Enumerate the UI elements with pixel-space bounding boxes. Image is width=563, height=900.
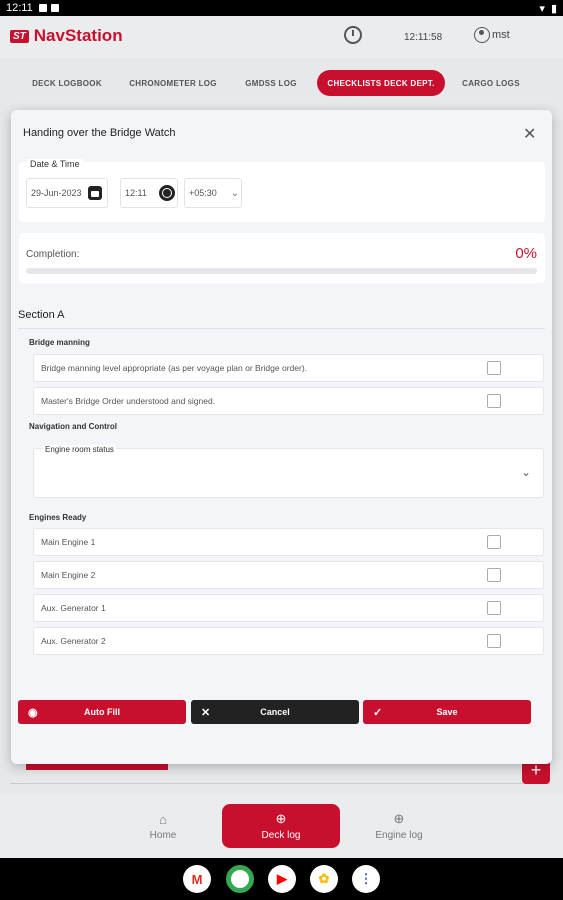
checklist-item[interactable]: Main Engine 1 — [33, 528, 544, 556]
date-value: 29-Jun-2023 — [31, 188, 82, 198]
chevron-down-icon: ⌄ — [520, 465, 531, 479]
home-icon: ⌂ — [159, 811, 167, 827]
checklist-item-label: Aux. Generator 2 — [41, 636, 106, 646]
battery-icon: ▮ — [550, 2, 557, 15]
auto-fill-button[interactable]: ◉ Auto Fill — [18, 700, 186, 724]
close-icon[interactable]: ✕ — [523, 124, 536, 144]
tab-chronometer-log[interactable]: CHRONOMETER LOG — [124, 70, 222, 96]
tab-deck-logbook[interactable]: DECK LOGBOOK — [26, 70, 108, 96]
clock-picker-icon[interactable] — [158, 185, 175, 201]
status-time: 12:11 — [6, 2, 33, 14]
time-field[interactable]: 12:11 — [120, 178, 178, 208]
tab-gmdss-log[interactable]: GMDSS LOG — [238, 70, 304, 96]
checkbox[interactable] — [487, 394, 501, 408]
clock-icon — [344, 26, 362, 44]
save-label: Save — [436, 707, 458, 717]
checklist-item-label: Main Engine 2 — [41, 570, 96, 580]
log-tabs: DECK LOGBOOK CHRONOMETER LOG GMDSS LOG C… — [0, 70, 563, 96]
checkbox[interactable] — [487, 601, 501, 615]
sd-card-icon — [50, 4, 59, 12]
completion-progress-bar — [26, 268, 537, 274]
tab-checklists-deck[interactable]: CHECKLISTS DECK DEPT. — [317, 70, 445, 96]
group-title: Bridge manning — [29, 338, 90, 347]
group-title: Engines Ready — [29, 513, 87, 522]
user-icon — [474, 27, 490, 43]
app-name: NavStation — [33, 26, 123, 45]
checkbox[interactable] — [487, 361, 501, 375]
save-button[interactable]: ✓ Save — [363, 700, 531, 724]
checkbox[interactable] — [487, 535, 501, 549]
completion-percent: 0% — [515, 245, 537, 262]
nav-home[interactable]: ⌂ Home — [104, 804, 222, 848]
select-label: Engine room status — [43, 445, 116, 454]
timezone-select[interactable]: +05:30 ⌄ — [184, 178, 242, 208]
calendar-icon[interactable] — [87, 186, 102, 200]
section-divider — [18, 328, 545, 329]
checklist-item-label: Aux. Generator 1 — [41, 603, 106, 613]
globe-icon: ⊕ — [275, 811, 287, 826]
check-icon: ✓ — [373, 706, 383, 719]
photos-icon[interactable]: ✿ — [310, 865, 338, 893]
checkbox[interactable] — [487, 634, 501, 648]
app-logo: ST NavStation — [10, 26, 123, 46]
nav-home-label: Home — [149, 829, 177, 841]
checklist-item-label: Master's Bridge Order understood and sig… — [41, 396, 216, 406]
date-field[interactable]: 29-Jun-2023 — [26, 178, 108, 208]
chrome-icon[interactable] — [226, 865, 254, 893]
tab-cargo-logs[interactable]: CARGO LOGS — [456, 70, 526, 96]
user-menu[interactable]: mst — [474, 27, 510, 43]
chevron-down-icon: ⌄ — [230, 187, 240, 199]
checklist-item[interactable]: Bridge manning level appropriate (as per… — [33, 354, 544, 382]
checklist-dialog: Handing over the Bridge Watch ✕ Date & T… — [11, 110, 552, 764]
dialog-title: Handing over the Bridge Watch — [23, 127, 176, 139]
checklist-item[interactable]: Aux. Generator 2 — [33, 627, 544, 655]
auto-fill-label: Auto Fill — [84, 707, 120, 717]
cancel-button[interactable]: ✕ Cancel — [191, 700, 359, 724]
header-clock-time: 12:11:58 — [404, 32, 443, 43]
username: mst — [492, 29, 510, 41]
checklist-item[interactable]: Main Engine 2 — [33, 561, 544, 589]
engine-room-status-select[interactable]: Engine room status ⌄ — [33, 445, 544, 498]
timezone-value: +05:30 — [189, 188, 217, 198]
wifi-icon: ▾ — [539, 2, 545, 15]
system-taskbar: M ▶ ✿ ⋮ — [0, 858, 563, 900]
group-title: Navigation and Control — [29, 422, 117, 431]
logo-badge: ST — [10, 29, 29, 43]
status-bar: 12:11 ▾ ▮ — [0, 0, 563, 16]
eye-icon: ◉ — [28, 706, 38, 719]
checklist-item[interactable]: Aux. Generator 1 — [33, 594, 544, 622]
checklist-item[interactable]: Master's Bridge Order understood and sig… — [33, 387, 544, 415]
cancel-label: Cancel — [260, 707, 290, 717]
settings-status-icon — [38, 4, 47, 12]
close-icon: ✕ — [201, 706, 211, 719]
nav-engine-log-label: Engine log — [375, 830, 423, 841]
time-value: 12:11 — [125, 188, 147, 198]
nav-engine-log[interactable]: ⊕ Engine log — [340, 804, 458, 848]
gmail-icon[interactable]: M — [183, 865, 211, 893]
completion-label: Completion: — [26, 249, 80, 260]
nav-deck-log-label: Deck log — [261, 830, 301, 841]
checklist-item-label: Bridge manning level appropriate (as per… — [41, 363, 308, 373]
youtube-icon[interactable]: ▶ — [268, 865, 296, 893]
checklist-item-label: Main Engine 1 — [41, 537, 96, 547]
app-header: ST NavStation 12:11:58 mst — [0, 16, 563, 58]
section-title: Section A — [18, 309, 65, 321]
completion-card: Completion: 0% — [19, 233, 545, 283]
bottom-nav: ⌂ Home ⊕ Deck log ⊕ Engine log — [0, 794, 563, 858]
datetime-legend: Date & Time — [27, 159, 83, 169]
checkbox[interactable] — [487, 568, 501, 582]
globe-icon: ⊕ — [393, 811, 405, 826]
datetime-card: Date & Time 29-Jun-2023 12:11 +05:30 ⌄ — [19, 159, 545, 222]
nav-deck-log[interactable]: ⊕ Deck log — [222, 804, 340, 848]
app-drawer-icon[interactable]: ⋮ — [352, 865, 380, 893]
